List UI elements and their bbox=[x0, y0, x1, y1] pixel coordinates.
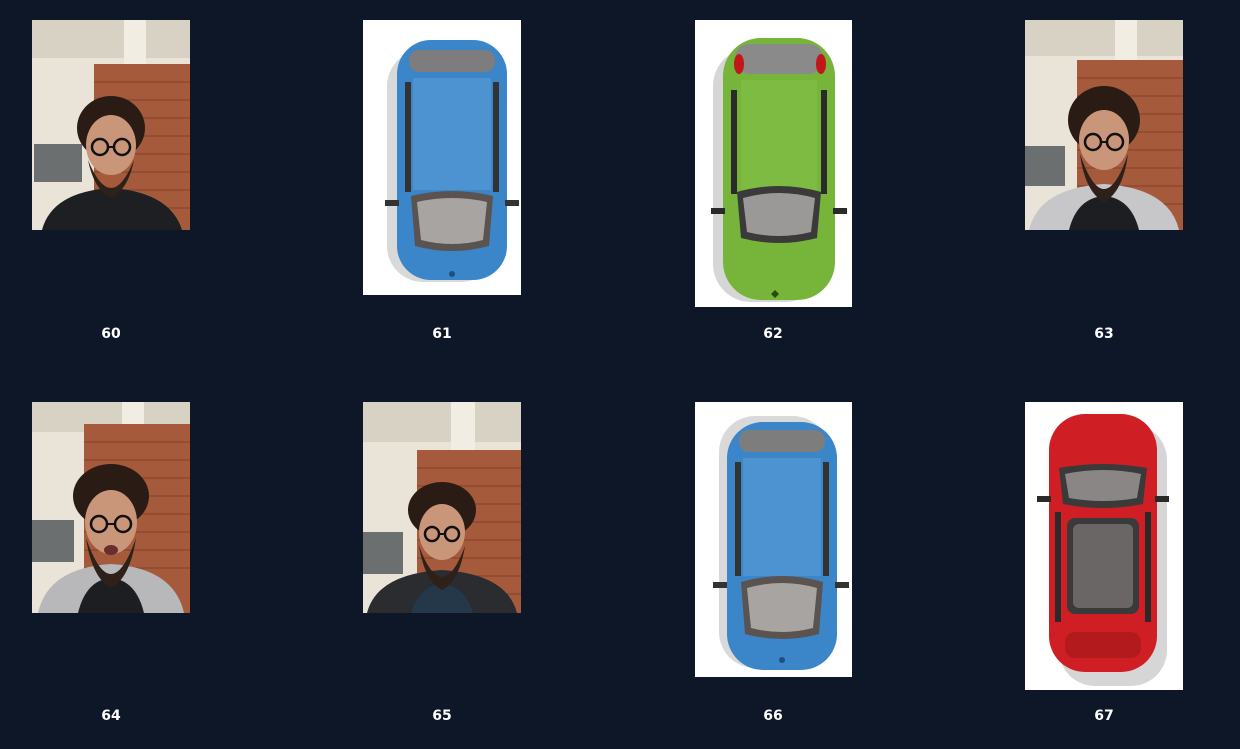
item-number-label: 62 bbox=[763, 326, 783, 342]
item-number-label: 63 bbox=[1094, 326, 1114, 342]
item-number-label: 67 bbox=[1094, 708, 1114, 724]
item-number-label: 61 bbox=[432, 326, 452, 342]
selfie-photo-thumbnail[interactable] bbox=[363, 402, 521, 613]
selfie-photo-thumbnail[interactable] bbox=[1025, 20, 1183, 230]
selfie-photo-thumbnail[interactable] bbox=[32, 20, 190, 230]
blue-car-thumbnail[interactable] bbox=[695, 402, 852, 677]
item-number-label: 64 bbox=[101, 708, 121, 724]
green-car-thumbnail[interactable] bbox=[695, 20, 852, 307]
blue-car-thumbnail[interactable] bbox=[363, 20, 521, 295]
item-number-label: 65 bbox=[432, 708, 452, 724]
image-gallery: 60 61 62 63 64 65 66 67 bbox=[0, 0, 1240, 749]
selfie-photo-thumbnail[interactable] bbox=[32, 402, 190, 613]
red-car-thumbnail[interactable] bbox=[1025, 402, 1183, 690]
item-number-label: 66 bbox=[763, 708, 783, 724]
item-number-label: 60 bbox=[101, 326, 121, 342]
